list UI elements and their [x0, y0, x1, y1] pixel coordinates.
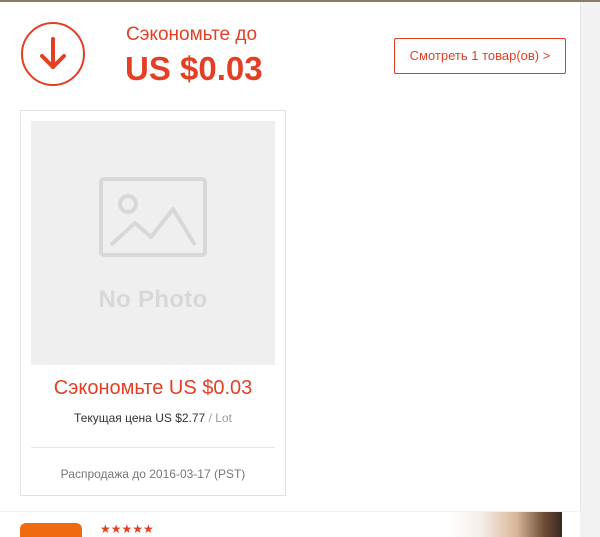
save-up-to-label: Сэкономьте до — [126, 24, 258, 45]
rating-stars: ★★★★★ — [100, 522, 154, 536]
sale-until-date: Распродажа до 2016-03-17 (PST) — [60, 467, 246, 481]
image-placeholder-icon — [99, 177, 207, 257]
product-current-price: Текущая цена US $2.77 / Lot — [21, 411, 285, 425]
current-price-label: Текущая цена US $2.77 — [74, 411, 206, 425]
product-image-placeholder[interactable]: No Photo — [31, 121, 275, 365]
next-promo-block: ★★★★★ — [0, 512, 580, 537]
promo-panel: Сэкономьте до US $0.03 Смотреть 1 товар(… — [0, 2, 581, 511]
promo-badge — [20, 523, 82, 537]
product-save-text: Сэкономьте US $0.03 — [53, 377, 253, 399]
card-divider — [31, 447, 275, 448]
arrow-down-icon — [21, 22, 85, 86]
price-unit: / Lot — [208, 411, 232, 425]
product-card[interactable]: No Photo Сэкономьте US $0.03 Текущая цен… — [20, 110, 286, 496]
view-items-button[interactable]: Смотреть 1 товар(ов) > — [394, 38, 566, 74]
save-amount: US $0.03 — [125, 50, 263, 87]
no-photo-text: No Photo — [98, 286, 208, 313]
model-photo — [448, 512, 562, 537]
